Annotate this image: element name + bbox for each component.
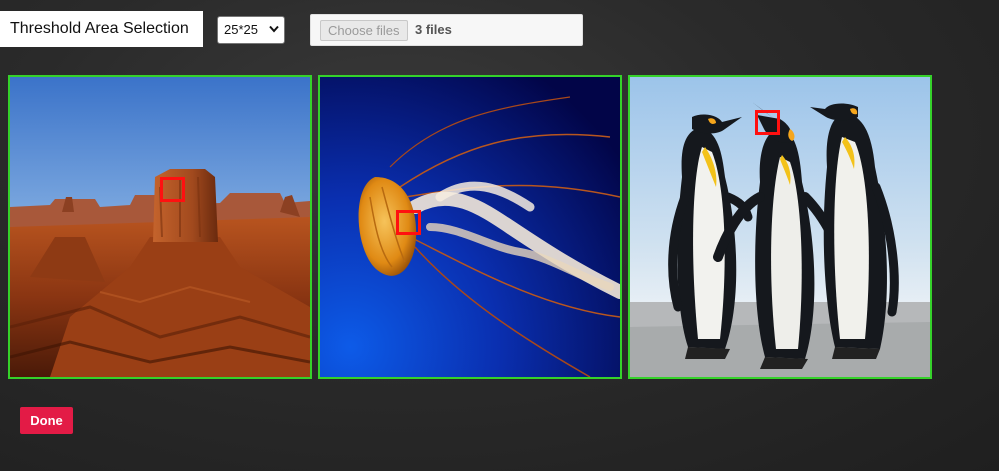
desert-image xyxy=(10,77,310,377)
threshold-size-value: 25*25 xyxy=(224,22,258,37)
image-thumbnail-penguins[interactable] xyxy=(628,75,932,379)
jellyfish-image xyxy=(320,77,620,377)
selection-box[interactable] xyxy=(396,210,421,235)
file-input[interactable]: Choose files 3 files xyxy=(310,14,583,46)
file-count-label: 3 files xyxy=(415,22,452,37)
chevron-down-icon xyxy=(269,25,279,33)
image-thumbnail-jellyfish[interactable] xyxy=(318,75,622,379)
threshold-size-select[interactable]: 25*25 xyxy=(217,16,285,44)
selection-box[interactable] xyxy=(755,110,780,135)
page-title: Threshold Area Selection xyxy=(0,11,203,47)
penguins-image xyxy=(630,77,930,377)
image-thumbnail-desert[interactable] xyxy=(8,75,312,379)
choose-files-button[interactable]: Choose files xyxy=(320,20,408,41)
done-button[interactable]: Done xyxy=(20,407,73,434)
selection-box[interactable] xyxy=(160,177,185,202)
